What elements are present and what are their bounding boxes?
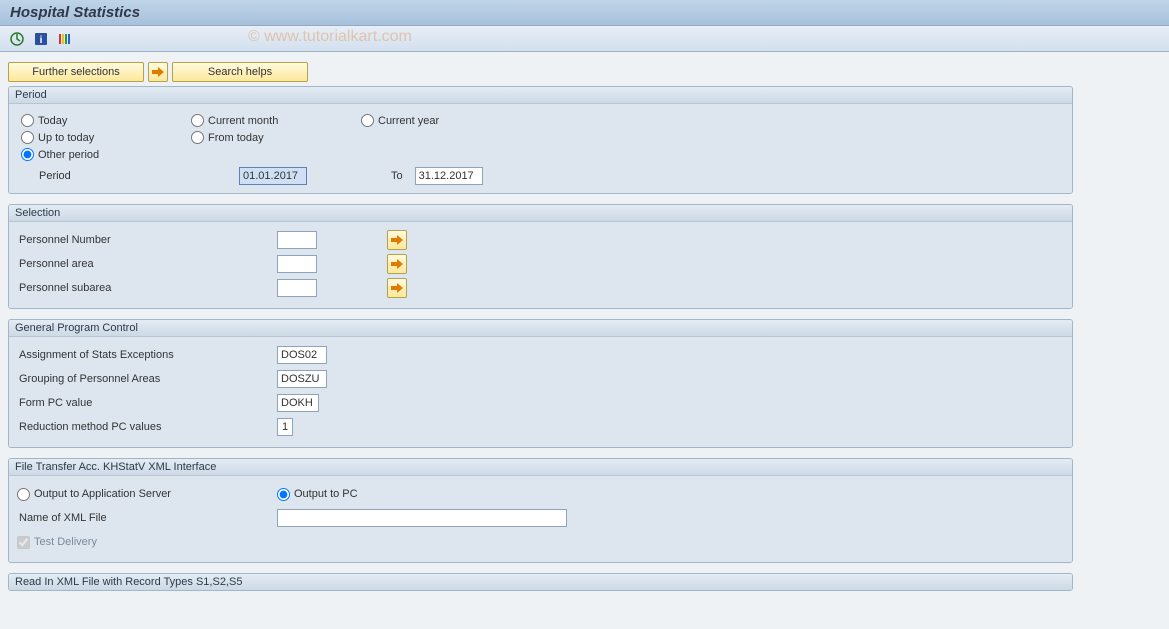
application-toolbar: i © www.tutorialkart.com [0,26,1169,52]
period-to-input[interactable] [415,167,483,185]
selection-buttons-row: Further selections Search helps [8,62,1161,82]
further-selections-arrow-icon[interactable] [148,62,168,82]
xml-file-input[interactable] [277,509,567,527]
period-radio-current-year[interactable]: Current year [361,114,531,127]
radio-label: Current year [378,115,439,127]
radio-label: From today [208,132,264,144]
selection-group-header: Selection [9,205,1072,222]
personnel-subarea-label: Personnel subarea [17,282,277,294]
output-pc-radio[interactable]: Output to PC [277,488,358,501]
gpc-stats-exceptions-label: Assignment of Stats Exceptions [17,349,277,361]
execute-icon[interactable] [8,30,26,48]
gpc-grouping-areas-input[interactable] [277,370,327,388]
checkbox-input[interactable] [17,536,30,549]
output-server-radio[interactable]: Output to Application Server [17,488,277,501]
read-in-xml-header: Read In XML File with Record Types S1,S2… [9,574,1072,590]
variants-icon[interactable] [56,30,74,48]
personnel-subarea-input[interactable] [277,279,317,297]
gpc-form-pc-label: Form PC value [17,397,277,409]
radio-label: Today [38,115,67,127]
radio-label: Output to PC [294,488,358,500]
gpc-form-pc-input[interactable] [277,394,319,412]
period-radio-today[interactable]: Today [21,114,191,127]
window-titlebar: Hospital Statistics [0,0,1169,26]
radio-input[interactable] [17,488,30,501]
radio-label: Up to today [38,132,94,144]
period-radio-other-period[interactable]: Other period [21,148,191,161]
period-to-label: To [391,170,403,182]
personnel-number-multi-icon[interactable] [387,230,407,250]
period-group: Period Today Current month Current year [8,86,1073,194]
read-in-xml-group: Read In XML File with Record Types S1,S2… [8,573,1073,591]
personnel-area-label: Personnel area [17,258,277,270]
period-radio-up-to-today[interactable]: Up to today [21,131,191,144]
radio-input[interactable] [361,114,374,127]
radio-label: Other period [38,149,99,161]
gpc-reduction-method-input[interactable] [277,418,293,436]
gpc-reduction-method-label: Reduction method PC values [17,421,277,433]
content-area: Further selections Search helps Period T… [0,52,1169,629]
personnel-area-multi-icon[interactable] [387,254,407,274]
radio-input[interactable] [191,114,204,127]
radio-input[interactable] [21,148,34,161]
radio-input[interactable] [21,114,34,127]
checkbox-label: Test Delivery [34,536,97,548]
gpc-group-header: General Program Control [9,320,1072,337]
period-radio-from-today[interactable]: From today [191,131,361,144]
test-delivery-checkbox[interactable]: Test Delivery [17,536,97,549]
personnel-area-input[interactable] [277,255,317,273]
radio-label: Output to Application Server [34,488,171,500]
file-transfer-group: File Transfer Acc. KHStatV XML Interface… [8,458,1073,563]
svg-text:i: i [40,35,43,46]
page-title: Hospital Statistics [10,4,1159,21]
period-from-input[interactable] [239,167,307,185]
radio-input[interactable] [277,488,290,501]
search-helps-button[interactable]: Search helps [172,62,308,82]
gpc-stats-exceptions-input[interactable] [277,346,327,364]
personnel-number-label: Personnel Number [17,234,277,246]
period-from-label: Period [39,170,239,182]
gpc-grouping-areas-label: Grouping of Personnel Areas [17,373,277,385]
general-program-control-group: General Program Control Assignment of St… [8,319,1073,448]
selection-group: Selection Personnel Number Personnel are… [8,204,1073,309]
period-group-header: Period [9,87,1072,104]
radio-input[interactable] [191,131,204,144]
xml-file-label: Name of XML File [17,512,277,524]
radio-input[interactable] [21,131,34,144]
period-radio-current-month[interactable]: Current month [191,114,361,127]
file-transfer-header: File Transfer Acc. KHStatV XML Interface [9,459,1072,476]
further-selections-button[interactable]: Further selections [8,62,144,82]
personnel-number-input[interactable] [277,231,317,249]
personnel-subarea-multi-icon[interactable] [387,278,407,298]
watermark: © www.tutorialkart.com [248,28,412,46]
object-info-icon[interactable]: i [32,30,50,48]
radio-label: Current month [208,115,278,127]
